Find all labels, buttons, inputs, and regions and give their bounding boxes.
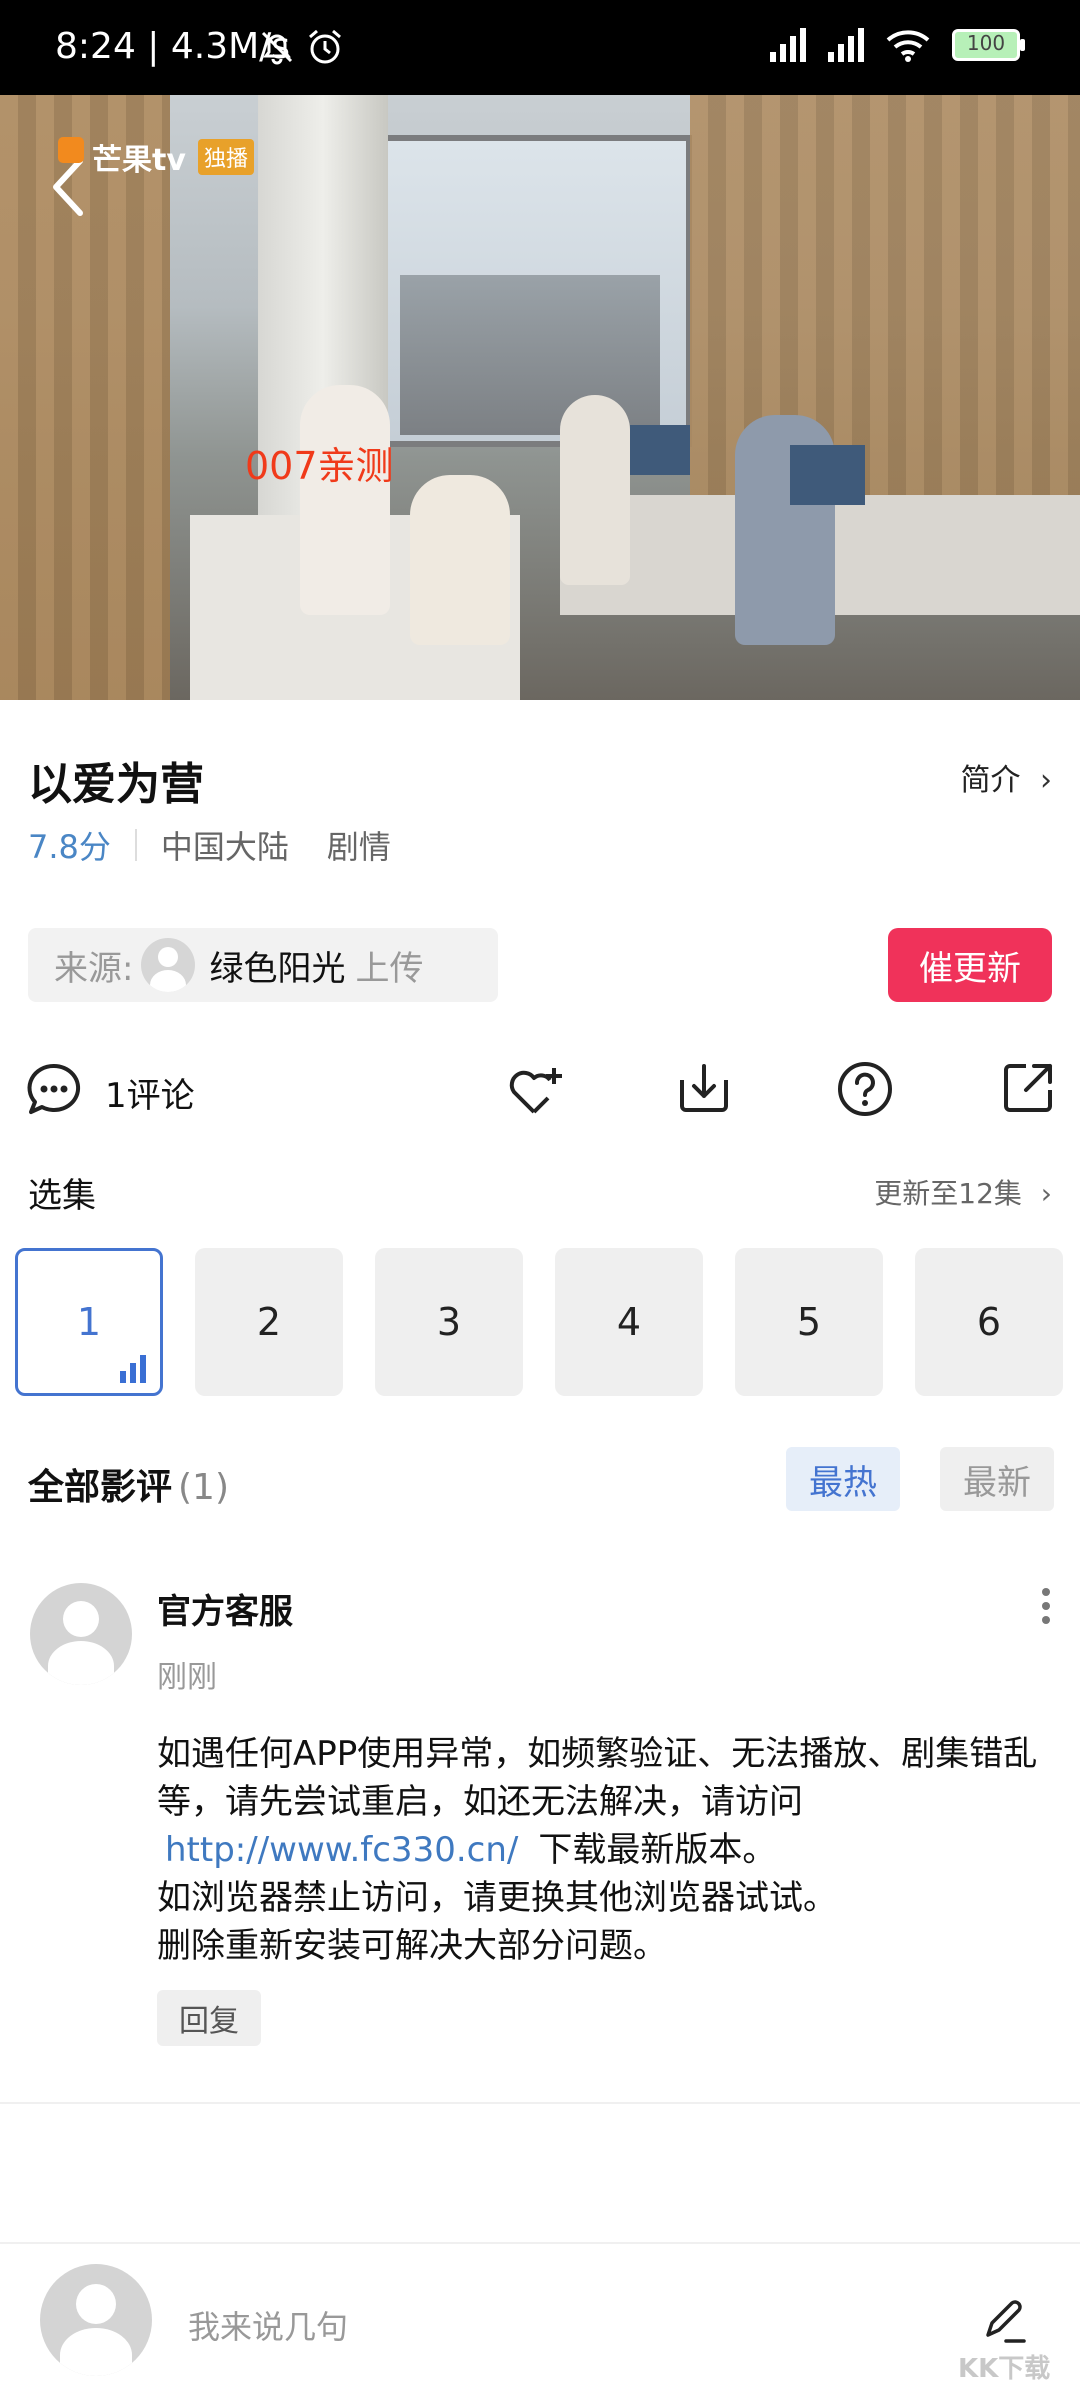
chevron-right-icon: › (1040, 763, 1052, 798)
video-player[interactable]: 芒果tv 独播 007亲测 (0, 95, 1080, 700)
video-overlay-text: 007亲测 (245, 444, 394, 488)
playing-bars-icon (120, 1355, 146, 1383)
alarm-icon (309, 29, 341, 64)
comment-line: 如浏览器禁止访问，请更换其他浏览器试试。 (157, 1878, 837, 1918)
watermark: KK下载 (958, 2354, 1051, 2384)
comment-body: 如遇任何APP使用异常，如频繁验证、无法播放、剧集错乱等，请先尝试重启，如还无法… (157, 1730, 1057, 1970)
channel-logo: 芒果tv (92, 143, 186, 178)
reviews-title: 全部影评 (1) (28, 1458, 229, 1510)
status-time: 8:24 | 4.3M/s (55, 26, 291, 67)
comment-input[interactable]: 我来说几句 (188, 2302, 348, 2348)
mute-bell-icon (261, 31, 293, 65)
intro-label: 简介 (960, 763, 1021, 798)
divider (0, 2242, 1080, 2244)
help-icon[interactable] (836, 1060, 894, 1118)
chevron-right-icon: › (1040, 1177, 1052, 1210)
share-icon[interactable] (1000, 1060, 1056, 1116)
urge-update-button[interactable]: 催更新 (888, 928, 1052, 1002)
battery-level: 100 (966, 31, 1006, 55)
source-suffix: 上传 (355, 948, 424, 989)
comment-avatar[interactable] (30, 1583, 132, 1685)
show-region: 中国大陆 (160, 828, 289, 866)
mango-logo-icon (58, 137, 84, 163)
comment-line: 如遇任何APP使用异常，如频繁验证、无法播放、剧集错乱等，请先尝试重启，如还无法… (157, 1734, 1038, 1822)
sort-hot-button[interactable]: 最热 (786, 1447, 900, 1511)
sort-new-button[interactable]: 最新 (940, 1447, 1054, 1511)
reply-button[interactable]: 回复 (157, 1990, 261, 2046)
intro-link[interactable]: 简介 › (960, 755, 1052, 799)
episode-number: 5 (796, 1300, 822, 1344)
battery-icon: 100 (952, 29, 1025, 61)
episode-number: 2 (256, 1300, 282, 1344)
comment-icon[interactable] (26, 1062, 82, 1118)
uploader-avatar (141, 938, 196, 992)
episode-number: 1 (76, 1300, 102, 1344)
episodes-update-info: 更新至12集 (874, 1177, 1022, 1210)
back-icon[interactable] (48, 155, 88, 219)
comment-line-text: 下载最新版本。 (538, 1830, 777, 1870)
favorite-add-icon[interactable] (506, 1062, 566, 1118)
episodes-update-link[interactable]: 更新至12集 › (874, 1172, 1052, 1212)
video-scene-person (560, 395, 630, 585)
video-scene-person (410, 475, 510, 645)
reviews-count: (1) (178, 1467, 230, 1508)
video-scene-person (300, 385, 390, 615)
uploader-name: 绿色阳光 (209, 948, 346, 989)
divider (0, 2102, 1080, 2104)
episode-3[interactable]: 3 (375, 1248, 523, 1396)
episode-4[interactable]: 4 (555, 1248, 703, 1396)
status-bar: 8:24 | 4.3M/s 100 (0, 0, 1080, 95)
reviews-title-text: 全部影评 (28, 1467, 173, 1508)
show-genre: 剧情 (326, 828, 391, 866)
episode-1[interactable]: 1 (15, 1248, 163, 1396)
comment-count[interactable]: 1评论 (105, 1068, 195, 1117)
episode-number: 4 (616, 1300, 642, 1344)
signal-icon (770, 28, 806, 62)
show-meta: 7.8分 中国大陆 剧情 (28, 822, 391, 868)
more-options-icon[interactable] (1036, 1586, 1056, 1626)
status-icons: 100 (770, 28, 1025, 62)
edit-pen-icon[interactable] (980, 2295, 1030, 2345)
show-score: 7.8分 (28, 828, 111, 866)
signal-icon (828, 28, 864, 62)
episodes-title: 选集 (28, 1176, 96, 1216)
comment-author[interactable]: 官方客服 (157, 1584, 293, 1633)
comment-line: http://www.fc330.cn/下载最新版本。 (157, 1826, 1057, 1874)
episode-number: 3 (436, 1300, 462, 1344)
my-avatar[interactable] (40, 2264, 152, 2376)
wifi-icon (886, 30, 930, 62)
comment-link[interactable]: http://www.fc330.cn/ (165, 1830, 518, 1870)
episode-6[interactable]: 6 (915, 1248, 1063, 1396)
source-box[interactable]: 来源: 绿色阳光 上传 (28, 928, 498, 1002)
comment-line: 删除重新安装可解决大部分问题。 (157, 1926, 667, 1966)
episode-number: 6 (976, 1300, 1002, 1344)
source-label: 来源: (54, 948, 134, 989)
video-scene-monitor (630, 425, 690, 475)
channel-tag: 独播 (198, 139, 255, 175)
meta-divider (134, 829, 137, 861)
comment-time: 刚刚 (157, 1660, 217, 1695)
episode-5[interactable]: 5 (735, 1248, 883, 1396)
video-scene-monitor (790, 445, 865, 505)
download-icon[interactable] (676, 1060, 732, 1116)
show-title: 以爱为营 (28, 759, 204, 810)
episode-2[interactable]: 2 (195, 1248, 343, 1396)
